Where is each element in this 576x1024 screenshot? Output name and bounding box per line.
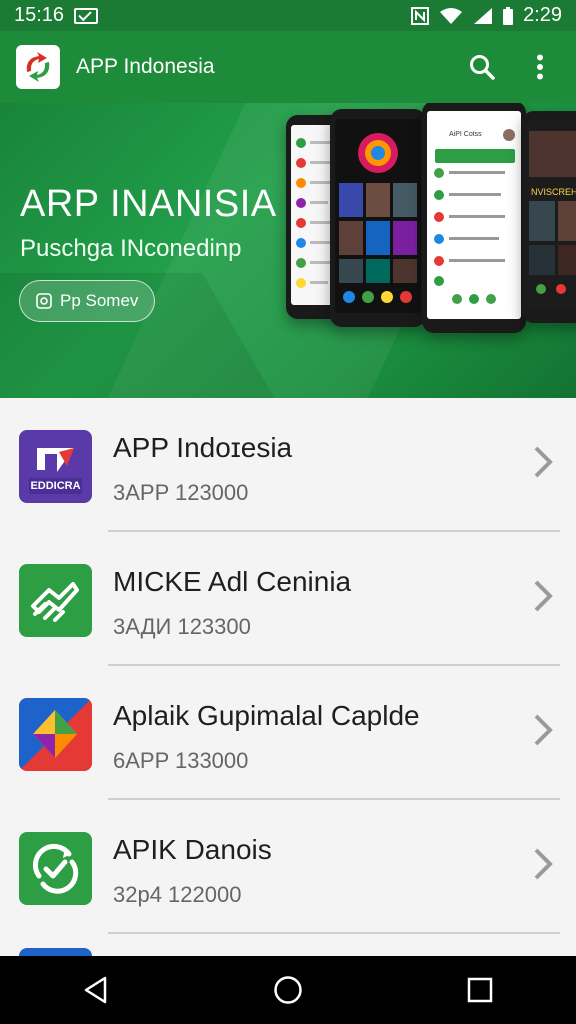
- list-item-subtitle: 6APP 133000: [113, 748, 249, 773]
- hero-title: ARP INANISIA: [20, 183, 277, 225]
- app-logo: [16, 45, 60, 89]
- recents-icon: [467, 977, 493, 1003]
- status-left: 15:16: [14, 4, 99, 27]
- hero-banner: ARP INANISIA Puschga INconedinp Pp Somev: [0, 103, 576, 398]
- more-vert-icon: [537, 54, 543, 80]
- list-item[interactable]: MICKE Adl Ceninia 3АДИ 123300: [0, 532, 576, 666]
- navigation-bar: [0, 956, 576, 1024]
- diamond-logo-graphic: [19, 698, 92, 771]
- phone-header-text: AiPI Cotss: [449, 131, 482, 138]
- home-button[interactable]: [253, 960, 323, 1020]
- status-right: 2:29: [411, 4, 562, 27]
- list-item-title: MICKE Adl Ceninia: [113, 566, 352, 597]
- search-icon: [470, 55, 495, 80]
- list-item-subtitle: 3APP 123000: [113, 480, 249, 505]
- phone-screen: [335, 119, 421, 313]
- app-logo-icon: [26, 52, 50, 82]
- refresh-check-icon: [32, 843, 79, 894]
- home-icon: [274, 976, 302, 1004]
- battery-icon: [503, 6, 514, 25]
- list-item[interactable]: APIK Danois 32p4 122000: [0, 800, 576, 934]
- list-item-title: APIK Danois: [113, 834, 272, 865]
- app-bar: APP Indonesia: [0, 31, 576, 103]
- list-item[interactable]: EDDICRA APP Indoɪesia 3APP 123000: [0, 398, 576, 532]
- app-list: EDDICRA APP Indoɪesia 3APP 123000 MICKE …: [0, 398, 576, 978]
- app-title: APP Indonesia: [76, 55, 215, 78]
- wifi-icon: [440, 7, 463, 24]
- phone-mockup-2: [330, 109, 426, 327]
- list-item-subtitle: 3АДИ 123300: [113, 614, 251, 639]
- list-item-title: APP Indoɪesia: [113, 432, 293, 463]
- phone-mockup-4: NVISCREH: [522, 111, 576, 323]
- colorful-diamond-app-icon: [19, 698, 92, 771]
- edicra-app-icon: EDDICRA: [19, 430, 92, 503]
- phone-screen: NVISCREH: [527, 121, 576, 309]
- back-icon: [84, 976, 107, 1004]
- app-bar-actions: [462, 47, 560, 87]
- chevron-right-icon: [534, 580, 553, 612]
- status-time: 15:16: [14, 4, 65, 26]
- hero-cta-button[interactable]: Pp Somev: [19, 280, 156, 322]
- phone-mockup-3: AiPI Cotss: [422, 103, 526, 333]
- signal-icon: [474, 7, 493, 24]
- phone-media-graphic: [529, 131, 576, 294]
- list-item-subtitle: 32p4 122000: [113, 882, 242, 907]
- chevron-right-icon: [534, 446, 553, 478]
- back-button[interactable]: [61, 960, 131, 1020]
- chevron-right-icon: [534, 714, 553, 746]
- media-grid-graphic: [339, 133, 417, 303]
- green-handshake-app-icon: [19, 564, 92, 637]
- green-refresh-check-app-icon: [19, 832, 92, 905]
- phone-screen-text: NVISCREH: [531, 187, 576, 197]
- edicra-icon-text: EDDICRA: [30, 480, 81, 492]
- list-item[interactable]: Aplaik Gupimalal Caplde 6APP 133000: [0, 666, 576, 800]
- phone-screen: AiPI Cotss: [427, 111, 521, 319]
- handshake-icon: [31, 582, 79, 622]
- overflow-menu-button[interactable]: [520, 47, 560, 87]
- status-bar: 15:16 2:29: [0, 0, 576, 31]
- hero-cta-label: Pp Somev: [60, 291, 139, 310]
- phone-app-list-graphic: [434, 129, 515, 304]
- notification-icon: [74, 7, 99, 24]
- list-item-title: Aplaik Gupimalal Caplde: [113, 700, 420, 731]
- camera-icon: [36, 293, 52, 309]
- status-clock: 2:29: [523, 4, 562, 26]
- search-button[interactable]: [462, 47, 502, 87]
- recents-button[interactable]: [445, 960, 515, 1020]
- edicra-logo-graphic: [29, 448, 82, 494]
- nfc-icon: [411, 6, 430, 25]
- chevron-right-icon: [534, 848, 553, 880]
- hero-subtitle: Puschga INconedinp: [20, 235, 242, 262]
